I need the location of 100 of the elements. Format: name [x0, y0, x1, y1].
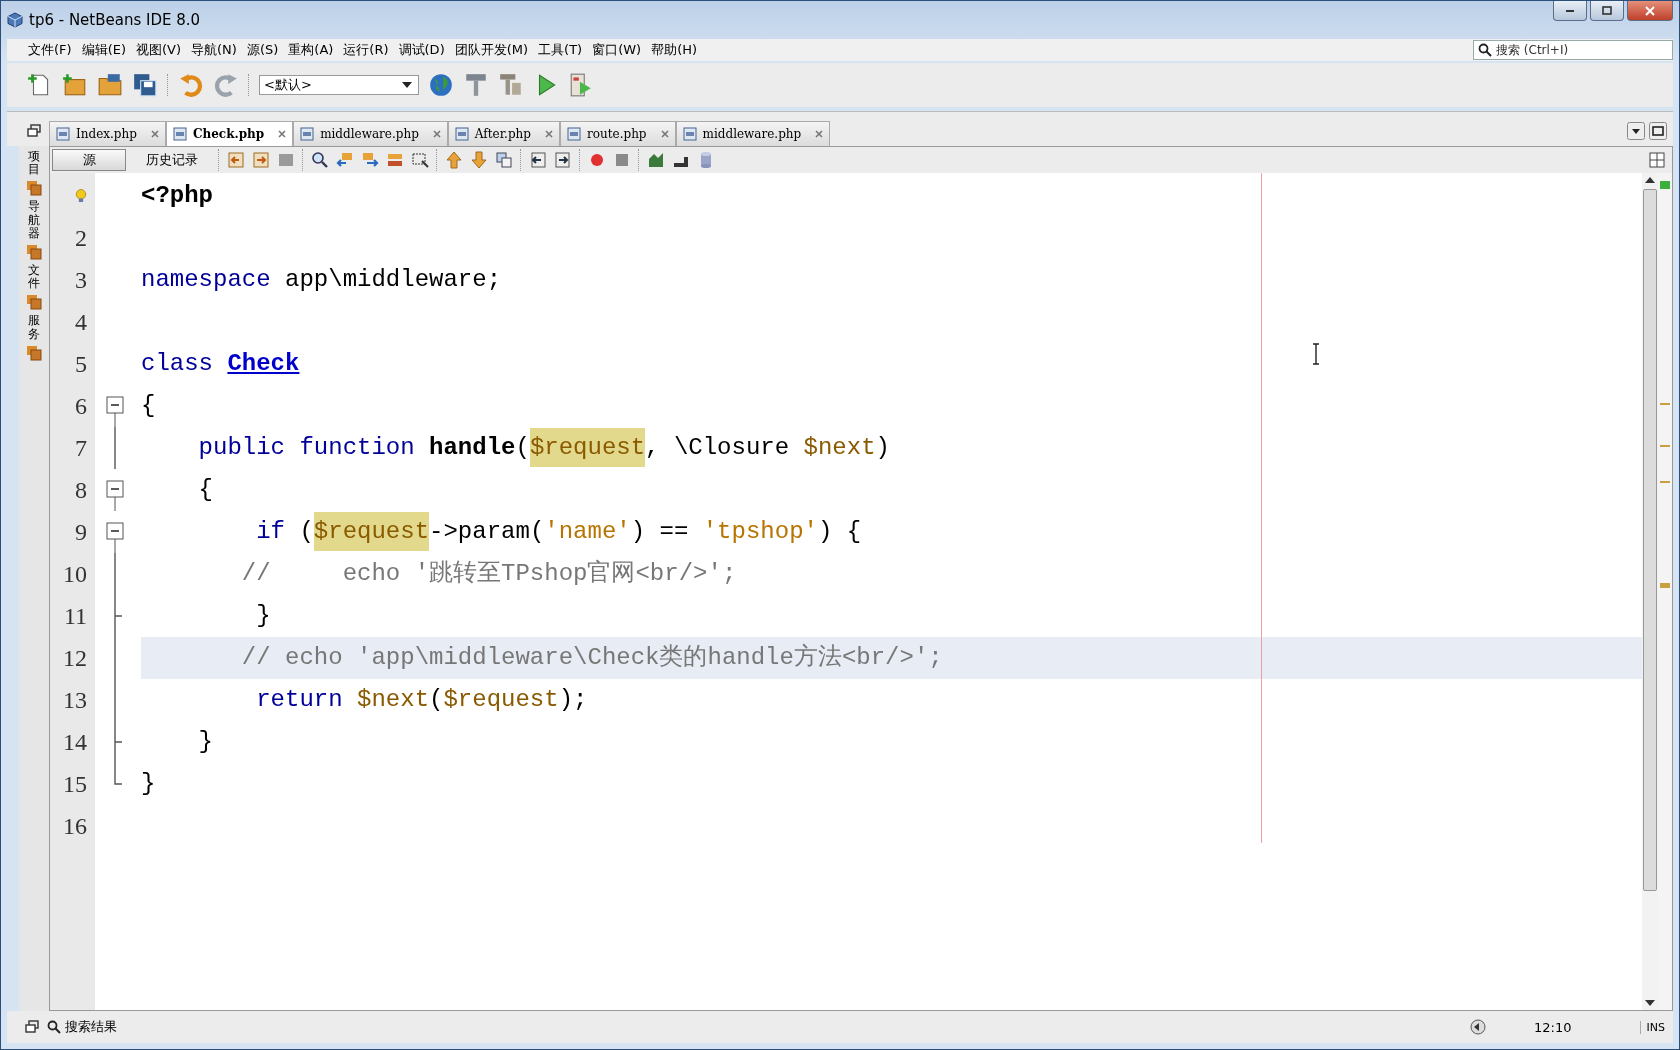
side-panel-tab[interactable]: 导航器	[28, 200, 40, 240]
folder-icon[interactable]	[97, 72, 123, 98]
php-file-icon	[56, 127, 70, 141]
close-icon[interactable]	[545, 130, 553, 138]
window-title: tp6 - NetBeans IDE 8.0	[29, 11, 201, 29]
code-text: (	[429, 686, 444, 713]
split-view-icon[interactable]	[1648, 151, 1666, 169]
file-tab[interactable]: Check.php	[165, 121, 294, 146]
restore-window-icon[interactable]	[25, 1020, 39, 1034]
caret-icon	[402, 82, 412, 88]
save-all-icon[interactable]	[132, 72, 158, 98]
close-icon	[1644, 5, 1656, 16]
code-text: app\middleware;	[284, 266, 502, 293]
minimize-button[interactable]	[1553, 1, 1587, 21]
menu-item[interactable]: 窗口(W)	[587, 41, 647, 59]
editor-mode-tab[interactable]: 源	[52, 149, 126, 171]
maximize-button[interactable]	[1590, 1, 1624, 21]
code-text: ->param(	[429, 518, 545, 545]
search-icon	[47, 1020, 61, 1034]
side-panel-icon[interactable]	[26, 243, 42, 260]
selection-icon[interactable]	[411, 151, 429, 169]
redo-icon[interactable]	[213, 72, 239, 98]
search-box[interactable]: 搜索 (Ctrl+I)	[1473, 40, 1673, 60]
side-panel-tab[interactable]: 服务	[28, 314, 40, 341]
down-arrow-icon[interactable]	[470, 151, 488, 169]
file-tab[interactable]: middleware.php	[675, 121, 831, 146]
menu-item[interactable]: 帮助(H)	[646, 41, 703, 59]
stop-icon[interactable]	[613, 151, 631, 169]
search-icon	[1478, 43, 1492, 57]
file-tab[interactable]: middleware.php	[293, 121, 448, 146]
forward-icon[interactable]	[252, 151, 270, 169]
configuration-dropdown[interactable]: <默认>	[259, 75, 419, 95]
side-panel-icon[interactable]	[26, 294, 42, 311]
globe-icon[interactable]	[428, 72, 454, 98]
shift-left-icon[interactable]	[529, 151, 547, 169]
undo-icon[interactable]	[178, 72, 204, 98]
string-text: 'name'	[544, 518, 631, 545]
menu-item[interactable]: 运行(R)	[338, 41, 394, 59]
line-number: 9	[75, 518, 87, 546]
side-panel-tab[interactable]: 项目	[28, 150, 40, 177]
close-icon[interactable]	[150, 130, 159, 138]
menu-item[interactable]: 工具(T)	[533, 41, 588, 59]
side-panel-tab[interactable]: 文件	[28, 263, 40, 291]
code-text: );	[558, 686, 588, 713]
side-panel-icon[interactable]	[26, 180, 42, 197]
php-file-icon	[300, 127, 315, 141]
line-number: 15	[63, 770, 87, 798]
back-icon[interactable]	[227, 151, 245, 169]
scroll-down-icon[interactable]	[1645, 1000, 1655, 1006]
file-tab[interactable]: After.php	[447, 121, 560, 146]
line-number: 14	[63, 728, 87, 756]
scroll-up-icon[interactable]	[1645, 177, 1655, 183]
close-icon[interactable]	[660, 130, 669, 138]
hammer-icon[interactable]	[463, 72, 489, 98]
output-tab[interactable]: 搜索结果	[47, 1018, 117, 1036]
shift-right-icon[interactable]	[554, 151, 572, 169]
menu-item[interactable]: 调试(D)	[393, 41, 450, 59]
new-project-icon[interactable]	[62, 72, 88, 98]
menu-item[interactable]: 导航(N)	[186, 41, 242, 59]
maximize-editor-icon[interactable]	[1649, 122, 1667, 140]
hammer-brush-icon[interactable]	[498, 72, 524, 98]
record-icon[interactable]	[588, 151, 606, 169]
menu-item[interactable]: 团队开发(M)	[449, 41, 534, 59]
menu-item[interactable]: 源(S)	[241, 41, 284, 59]
close-icon[interactable]	[278, 130, 287, 138]
line-number: 5	[75, 350, 87, 378]
scroll-thumb[interactable]	[1643, 189, 1657, 891]
php-file-icon	[682, 127, 697, 141]
comment-text: // echo '跳转至TPshop官网<br/>';	[240, 560, 737, 587]
lightbulb-icon[interactable]	[75, 188, 87, 204]
chart-icon[interactable]	[647, 151, 665, 169]
fold-guide-line	[114, 553, 116, 595]
tab-list-dropdown-icon[interactable]	[1627, 122, 1645, 140]
notification-icon[interactable]	[1470, 1019, 1487, 1035]
close-button[interactable]	[1627, 1, 1673, 21]
close-icon[interactable]	[432, 130, 441, 138]
find-next-icon[interactable]	[361, 151, 379, 169]
menu-item[interactable]: 视图(V)	[131, 41, 187, 59]
menu-item[interactable]: 文件(F)	[23, 41, 77, 59]
file-tab[interactable]: Index.php	[49, 121, 166, 146]
up-arrow-icon[interactable]	[445, 151, 463, 169]
find-icon[interactable]	[311, 151, 329, 169]
code-text: (	[515, 434, 530, 461]
bookmark-icon[interactable]	[495, 151, 513, 169]
editor-mode-tab[interactable]: 历史记录	[133, 149, 211, 171]
restore-window-icon[interactable]	[27, 124, 41, 138]
file-tab[interactable]: route.php	[560, 121, 676, 146]
line-number: 8	[75, 476, 87, 504]
side-panel-icon[interactable]	[26, 344, 42, 361]
menu-item[interactable]: 编辑(E)	[76, 41, 131, 59]
line-number: 11	[63, 602, 87, 630]
php-tag-text: <?php	[141, 182, 213, 209]
highlight-icon[interactable]	[386, 151, 404, 169]
fold-guide-line	[114, 427, 116, 469]
line-number: 10	[63, 560, 87, 588]
find-previous-icon[interactable]	[336, 151, 354, 169]
maximize-icon	[1601, 5, 1613, 16]
last-edit-icon[interactable]	[277, 151, 295, 169]
close-icon[interactable]	[815, 130, 824, 138]
menu-item[interactable]: 重构(A)	[283, 41, 339, 59]
